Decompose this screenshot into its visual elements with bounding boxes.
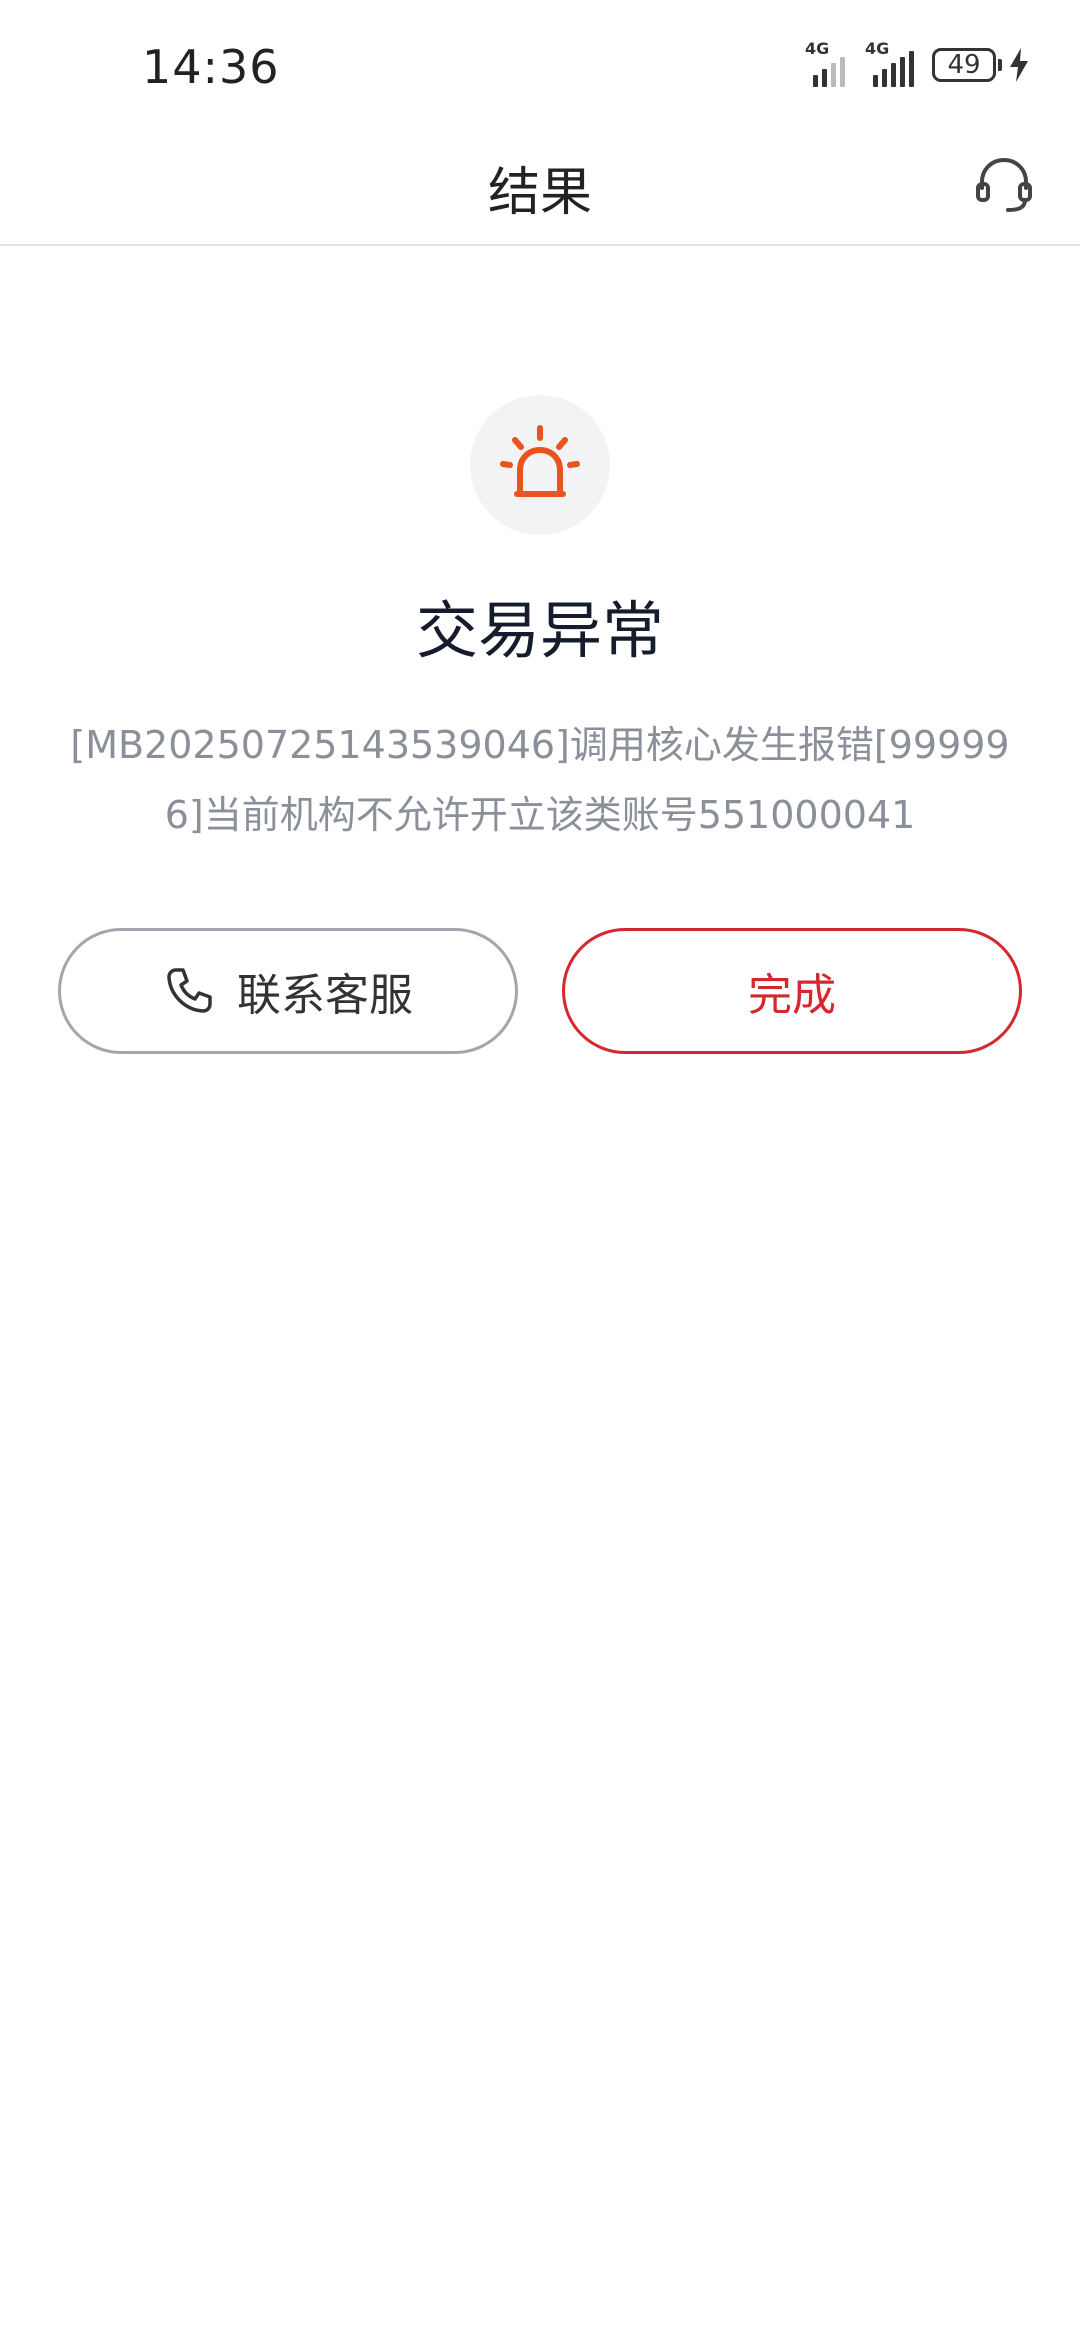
status-bar: 14:36 4G 4G 49 bbox=[0, 0, 1080, 130]
result-icon-wrapper bbox=[470, 395, 610, 535]
nav-bar: 结果 bbox=[0, 130, 1080, 246]
charging-icon bbox=[1010, 48, 1028, 82]
status-time: 14:36 bbox=[142, 40, 280, 94]
error-message: [MB20250725143539046]调用核心发生报错[999996]当前机… bbox=[70, 723, 1010, 837]
network-type-label: 4G bbox=[805, 39, 830, 58]
headset-icon[interactable] bbox=[972, 152, 1036, 216]
signal-strength-icon-sim1: 4G bbox=[803, 39, 845, 87]
signal-strength-icon-sim2: 4G bbox=[863, 39, 914, 87]
contact-service-label: 联系客服 bbox=[237, 970, 413, 1021]
battery-level: 49 bbox=[947, 50, 981, 80]
alarm-light-icon bbox=[500, 425, 580, 497]
result-title: 交易异常 bbox=[415, 594, 664, 667]
network-type-label: 4G bbox=[865, 39, 890, 58]
phone-icon bbox=[167, 968, 212, 1013]
battery-tip bbox=[998, 59, 1002, 71]
page-title: 结果 bbox=[487, 163, 592, 223]
contact-service-button[interactable]: 联系客服 bbox=[58, 928, 518, 1054]
status-icons: 4G 4G 49 bbox=[803, 39, 1030, 88]
battery-icon: 49 bbox=[932, 48, 996, 82]
done-button[interactable]: 完成 bbox=[562, 928, 1022, 1054]
done-label: 完成 bbox=[748, 970, 836, 1021]
